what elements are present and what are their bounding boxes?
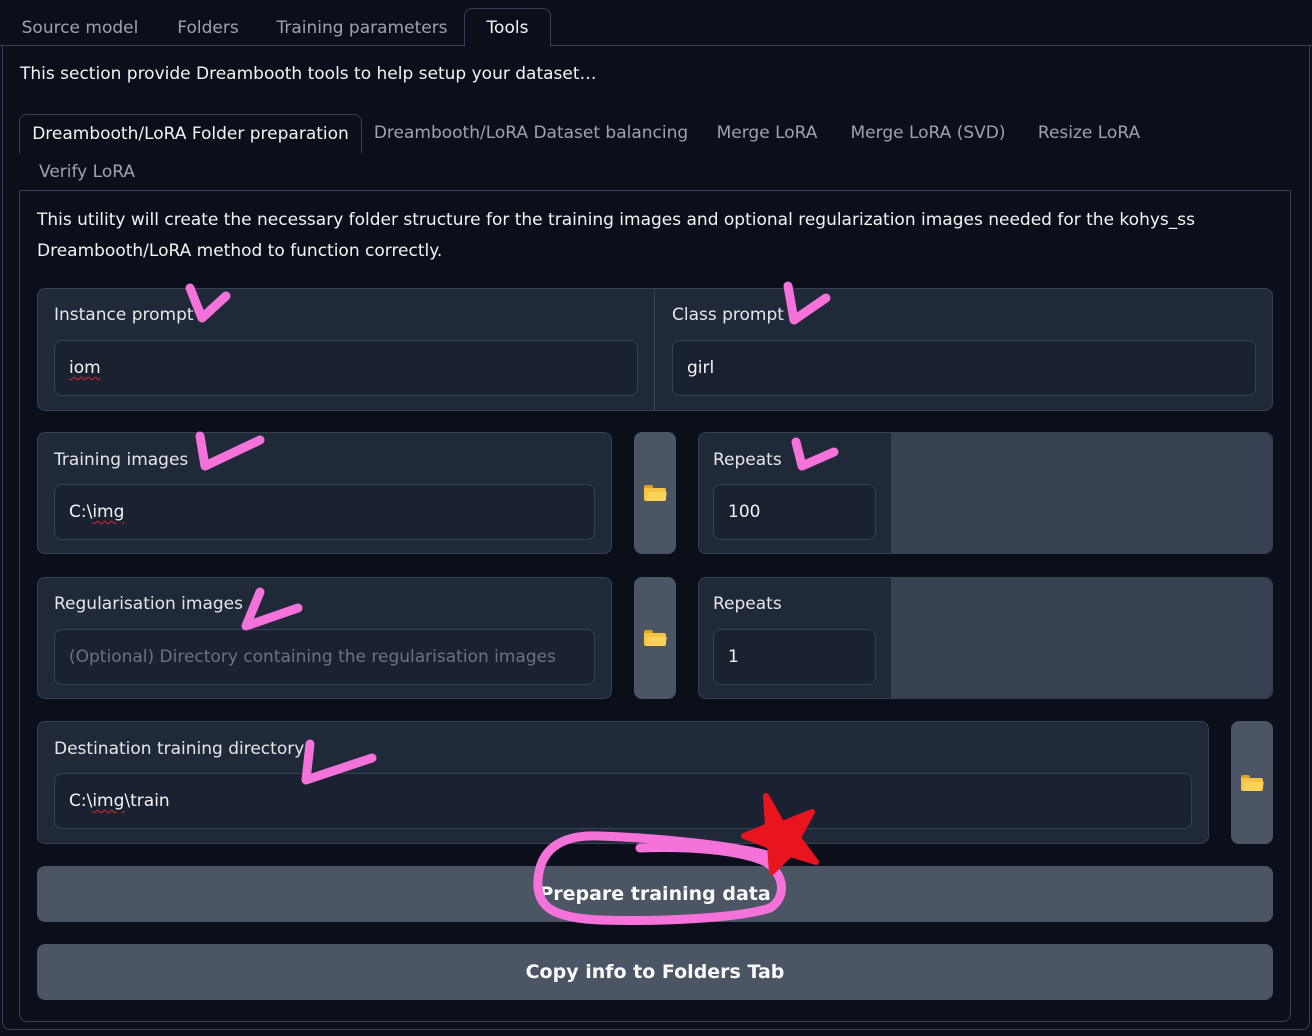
prompts-divider xyxy=(654,289,655,410)
destination-input[interactable]: C:\ img \train xyxy=(54,773,1192,829)
folder-icon xyxy=(1241,774,1264,791)
tab-tools[interactable]: Tools xyxy=(464,8,551,47)
folder-icon xyxy=(644,630,667,646)
reg-images-input[interactable]: (Optional) Directory containing the regu… xyxy=(54,629,595,685)
destination-browse-button[interactable] xyxy=(1231,721,1273,844)
prepare-training-data-button[interactable]: Prepare training data xyxy=(37,866,1273,922)
tools-description: This section provide Dreambooth tools to… xyxy=(20,64,597,84)
training-repeats-spacer xyxy=(891,433,1272,553)
reg-images-browse-button[interactable] xyxy=(634,577,676,699)
class-prompt-input[interactable]: girl xyxy=(672,340,1256,396)
tab-source-model[interactable]: Source model xyxy=(10,8,150,47)
training-images-word: img xyxy=(92,502,125,522)
copy-info-to-folders-button[interactable]: Copy info to Folders Tab xyxy=(37,944,1273,1000)
reg-repeats-value: 1 xyxy=(728,647,739,667)
instance-prompt-input[interactable]: iom xyxy=(54,340,638,396)
training-images-browse-button[interactable] xyxy=(634,432,676,554)
destination-prefix: C:\ xyxy=(69,791,93,811)
reg-images-label: Regularisation images xyxy=(54,594,243,614)
instance-prompt-value: iom xyxy=(69,358,101,378)
folder-icon xyxy=(644,485,667,501)
training-repeats-value: 100 xyxy=(728,502,761,522)
training-repeats-label: Repeats xyxy=(713,450,782,470)
top-tab-bar: Source model Folders Training parameters… xyxy=(0,0,1312,47)
destination-suffix: \train xyxy=(124,791,170,811)
tab-resize-lora[interactable]: Resize LoRA xyxy=(1028,114,1150,152)
reg-repeats-label: Repeats xyxy=(713,594,782,614)
destination-label: Destination training directory xyxy=(54,739,305,759)
tab-merge-lora-svd[interactable]: Merge LoRA (SVD) xyxy=(842,114,1014,152)
tab-folder-preparation[interactable]: Dreambooth/LoRA Folder preparation xyxy=(19,114,362,154)
class-prompt-value: girl xyxy=(687,358,715,378)
training-repeats-input[interactable]: 100 xyxy=(713,484,876,540)
tab-folders[interactable]: Folders xyxy=(160,8,256,47)
training-images-prefix: C:\ xyxy=(69,502,93,522)
tab-verify-lora[interactable]: Verify LoRA xyxy=(28,153,146,191)
reg-images-placeholder: (Optional) Directory containing the regu… xyxy=(69,647,556,667)
destination-word: img xyxy=(92,791,125,811)
reg-repeats-input[interactable]: 1 xyxy=(713,629,876,685)
training-images-label: Training images xyxy=(54,450,189,470)
reg-repeats-spacer xyxy=(891,578,1272,698)
instance-prompt-label: Instance prompt xyxy=(54,305,194,325)
tab-dataset-balancing[interactable]: Dreambooth/LoRA Dataset balancing xyxy=(370,114,692,152)
tab-training-parameters[interactable]: Training parameters xyxy=(266,8,458,47)
training-images-input[interactable]: C:\ img xyxy=(54,484,595,540)
class-prompt-label: Class prompt xyxy=(672,305,784,325)
tab-merge-lora[interactable]: Merge LoRA xyxy=(708,114,826,152)
utility-description: This utility will create the necessary f… xyxy=(37,210,1195,261)
